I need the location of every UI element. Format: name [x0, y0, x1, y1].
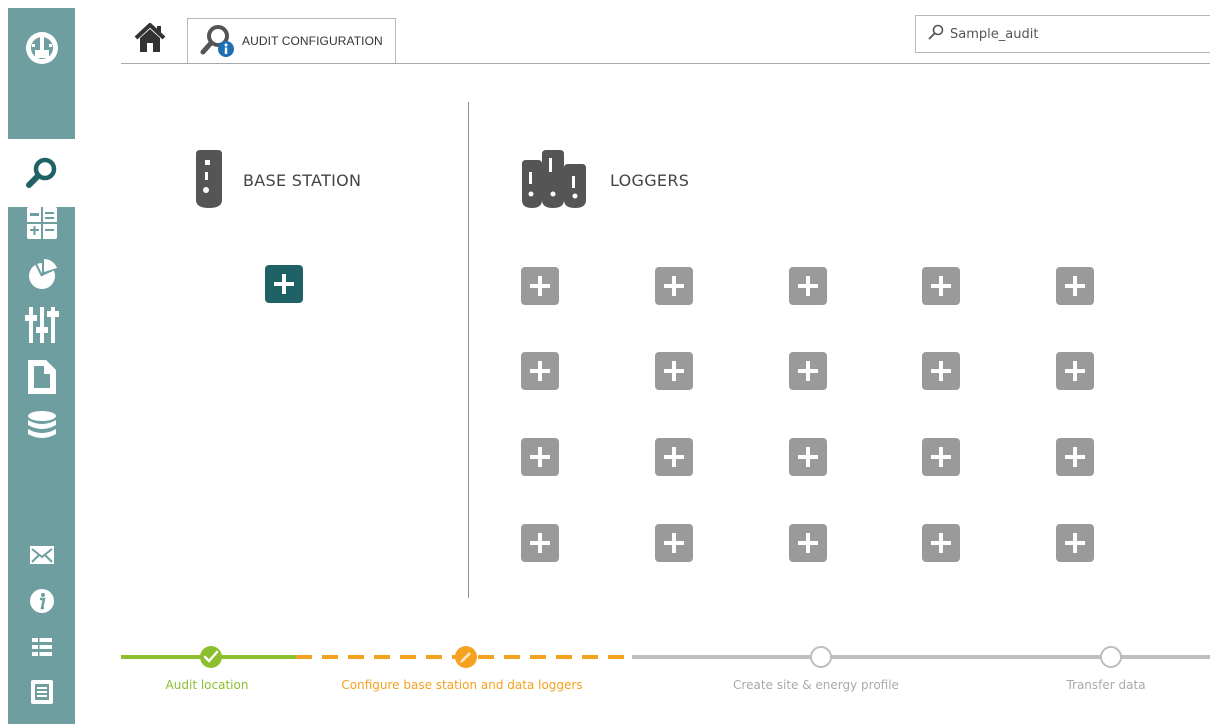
step-label-transfer-data: Transfer data: [1066, 678, 1146, 692]
report-icon[interactable]: [8, 676, 75, 708]
sidebar-header: [8, 8, 75, 139]
home-icon: [133, 21, 167, 59]
empty-circle-icon: [810, 646, 832, 668]
plus-icon: [530, 533, 550, 553]
sidebar-active-slot: [8, 139, 75, 207]
envelope-icon[interactable]: [8, 540, 75, 570]
database-icon[interactable]: [8, 408, 75, 446]
plus-icon: [1065, 447, 1085, 467]
add-logger-button[interactable]: [521, 352, 559, 390]
add-logger-button[interactable]: [922, 438, 960, 476]
step-label-configure: Configure base station and data loggers: [341, 678, 583, 692]
step-create-site[interactable]: [809, 645, 833, 669]
plus-icon: [1065, 533, 1085, 553]
add-logger-button[interactable]: [789, 438, 827, 476]
check-icon: [200, 646, 222, 668]
plus-icon: [274, 274, 294, 294]
plus-icon: [530, 276, 550, 296]
add-logger-button[interactable]: [1056, 524, 1094, 562]
plus-icon: [664, 533, 684, 553]
plus-icon: [1065, 276, 1085, 296]
plus-icon: [530, 361, 550, 381]
search-input[interactable]: [948, 25, 1192, 43]
home-button[interactable]: [128, 18, 172, 62]
plus-icon: [798, 276, 818, 296]
add-logger-button[interactable]: [655, 267, 693, 305]
add-logger-button[interactable]: [789, 524, 827, 562]
add-logger-button[interactable]: [521, 267, 559, 305]
add-logger-button[interactable]: [1056, 438, 1094, 476]
step-audit-location[interactable]: [199, 645, 223, 669]
plus-icon: [798, 533, 818, 553]
plus-icon: [931, 361, 951, 381]
add-logger-button[interactable]: [521, 524, 559, 562]
header-divider: [121, 63, 1210, 64]
step-label-audit-location: Audit location: [165, 678, 249, 692]
plus-icon: [931, 533, 951, 553]
base-station-icon: [194, 150, 224, 214]
step-label-create-site: Create site & energy profile: [733, 678, 899, 692]
add-logger-button[interactable]: [922, 352, 960, 390]
add-logger-button[interactable]: [922, 524, 960, 562]
tab-label: AUDIT CONFIGURATION: [242, 34, 383, 48]
add-base-station-button[interactable]: [265, 265, 303, 303]
list-icon[interactable]: [8, 633, 75, 661]
info-icon[interactable]: [8, 586, 75, 616]
add-logger-button[interactable]: [655, 352, 693, 390]
add-logger-button[interactable]: [1056, 267, 1094, 305]
step-transfer-data[interactable]: [1099, 645, 1123, 669]
loggers-icon: [520, 150, 588, 214]
base-station-title: BASE STATION: [243, 171, 362, 190]
add-logger-button[interactable]: [655, 524, 693, 562]
plus-icon: [1065, 361, 1085, 381]
add-logger-button[interactable]: [789, 267, 827, 305]
pencil-icon: [455, 646, 477, 668]
step-configure[interactable]: [454, 645, 478, 669]
plus-icon: [931, 447, 951, 467]
plus-icon: [798, 361, 818, 381]
plus-icon: [530, 447, 550, 467]
calculator-icon[interactable]: [8, 205, 75, 241]
plus-icon: [664, 276, 684, 296]
sliders-icon[interactable]: [8, 306, 75, 344]
empty-circle-icon: [1100, 646, 1122, 668]
plus-icon: [798, 447, 818, 467]
progress-line: [121, 655, 1210, 659]
add-logger-button[interactable]: [922, 267, 960, 305]
add-logger-button[interactable]: [521, 438, 559, 476]
loggers-title: LOGGERS: [610, 171, 690, 190]
pie-chart-icon[interactable]: [8, 256, 75, 292]
sidebar: [8, 8, 75, 724]
plus-icon: [931, 276, 951, 296]
plus-icon: [664, 361, 684, 381]
add-logger-button[interactable]: [789, 352, 827, 390]
add-logger-button[interactable]: [655, 438, 693, 476]
tachometer-icon[interactable]: [8, 28, 75, 68]
search-box[interactable]: [915, 15, 1210, 53]
search-icon[interactable]: [8, 151, 75, 195]
document-icon[interactable]: [8, 358, 75, 396]
section-divider: [468, 102, 469, 598]
search-icon: [928, 24, 944, 44]
audit-search-info-icon: [200, 23, 236, 59]
add-logger-button[interactable]: [1056, 352, 1094, 390]
plus-icon: [664, 447, 684, 467]
tab-audit-configuration[interactable]: AUDIT CONFIGURATION: [187, 18, 396, 63]
